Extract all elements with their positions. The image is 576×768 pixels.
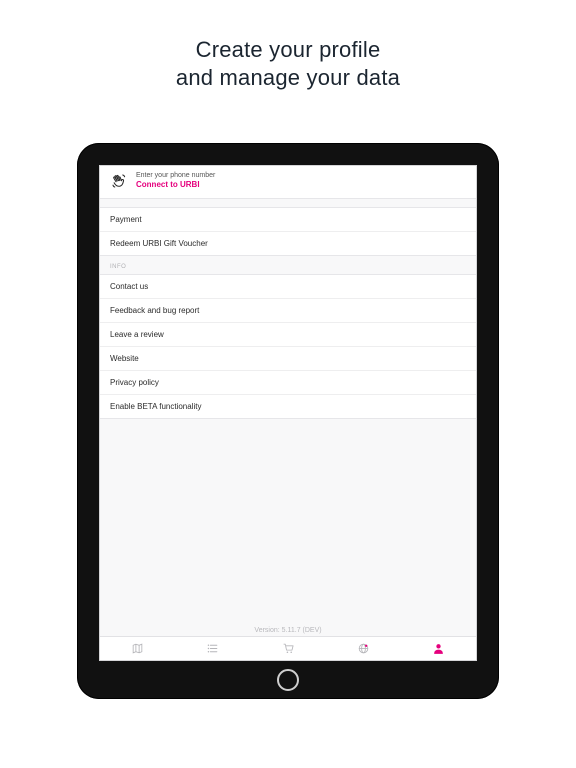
settings-group-account: Payment Redeem URBI Gift Voucher (100, 207, 476, 256)
row-leave-review[interactable]: Leave a review (100, 323, 476, 347)
row-enable-beta[interactable]: Enable BETA functionality (100, 395, 476, 418)
tablet-frame: Enter your phone number Connect to URBI … (77, 143, 499, 699)
row-label: Leave a review (110, 330, 164, 339)
row-feedback[interactable]: Feedback and bug report (100, 299, 476, 323)
row-label: Website (110, 354, 139, 363)
tab-profile[interactable] (401, 637, 476, 660)
device-home-button (277, 669, 299, 691)
row-website[interactable]: Website (100, 347, 476, 371)
row-payment[interactable]: Payment (100, 208, 476, 232)
headline-line1: Create your profile (196, 37, 381, 62)
headline-line2: and manage your data (0, 64, 576, 92)
row-redeem-voucher[interactable]: Redeem URBI Gift Voucher (100, 232, 476, 255)
row-label: Redeem URBI Gift Voucher (110, 239, 208, 248)
profile-icon (432, 642, 445, 655)
connect-subtext: Enter your phone number (136, 172, 215, 180)
app-screen: Enter your phone number Connect to URBI … (99, 165, 477, 661)
wave-hand-icon (110, 172, 128, 190)
settings-group-info: Contact us Feedback and bug report Leave… (100, 274, 476, 419)
map-icon (131, 642, 144, 655)
globe-icon (357, 642, 370, 655)
row-label: Feedback and bug report (110, 306, 199, 315)
connect-main-text: Connect to URBI (136, 180, 215, 190)
section-header-info: INFO (100, 256, 476, 274)
marketing-headline: Create your profile and manage your data (0, 0, 576, 91)
row-contact-us[interactable]: Contact us (100, 275, 476, 299)
row-label: Payment (110, 215, 142, 224)
row-privacy-policy[interactable]: Privacy policy (100, 371, 476, 395)
version-label: Version: 5.11.7 (DEV) (100, 627, 476, 634)
row-label: Privacy policy (110, 378, 159, 387)
row-label: Enable BETA functionality (110, 402, 201, 411)
cart-icon (282, 642, 295, 655)
tab-cart[interactable] (250, 637, 325, 660)
row-label: Contact us (110, 282, 148, 291)
connect-card[interactable]: Enter your phone number Connect to URBI (100, 166, 476, 199)
list-icon (206, 642, 219, 655)
tab-globe[interactable] (326, 637, 401, 660)
tab-list[interactable] (175, 637, 250, 660)
tab-map[interactable] (100, 637, 175, 660)
bottom-tab-bar (100, 636, 476, 660)
